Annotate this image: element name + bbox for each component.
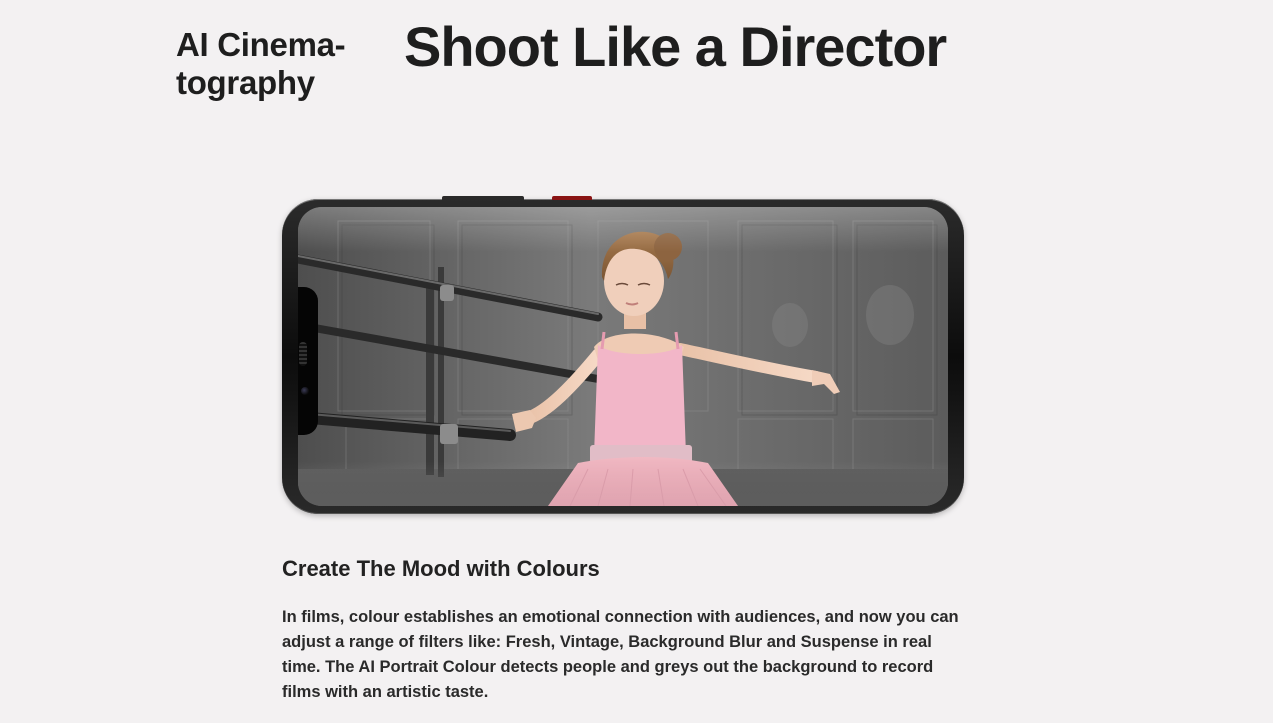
- ballet-dancer-image: [298, 207, 948, 506]
- front-camera-icon: [301, 387, 309, 395]
- earpiece-speaker-icon: [299, 342, 307, 366]
- eyebrow-line-1: AI Cinema-: [176, 26, 346, 63]
- feature-section: Create The Mood with Colours In films, c…: [282, 553, 972, 705]
- section-eyebrow: AI Cinema- tography: [176, 26, 376, 102]
- feature-title: Create The Mood with Colours: [282, 556, 600, 581]
- hero-header: AI Cinema- tography Shoot Like a Directo…: [0, 0, 1273, 130]
- eyebrow-line-2: tography: [176, 64, 315, 101]
- phone-power-button: [552, 196, 592, 200]
- phone-notch: [298, 287, 318, 435]
- phone-mockup: [282, 196, 964, 514]
- feature-description: In films, colour establishes an emotiona…: [282, 608, 959, 701]
- phone-screen: [298, 207, 948, 506]
- page-headline: Shoot Like a Director: [404, 15, 947, 78]
- phone-volume-button: [442, 196, 524, 200]
